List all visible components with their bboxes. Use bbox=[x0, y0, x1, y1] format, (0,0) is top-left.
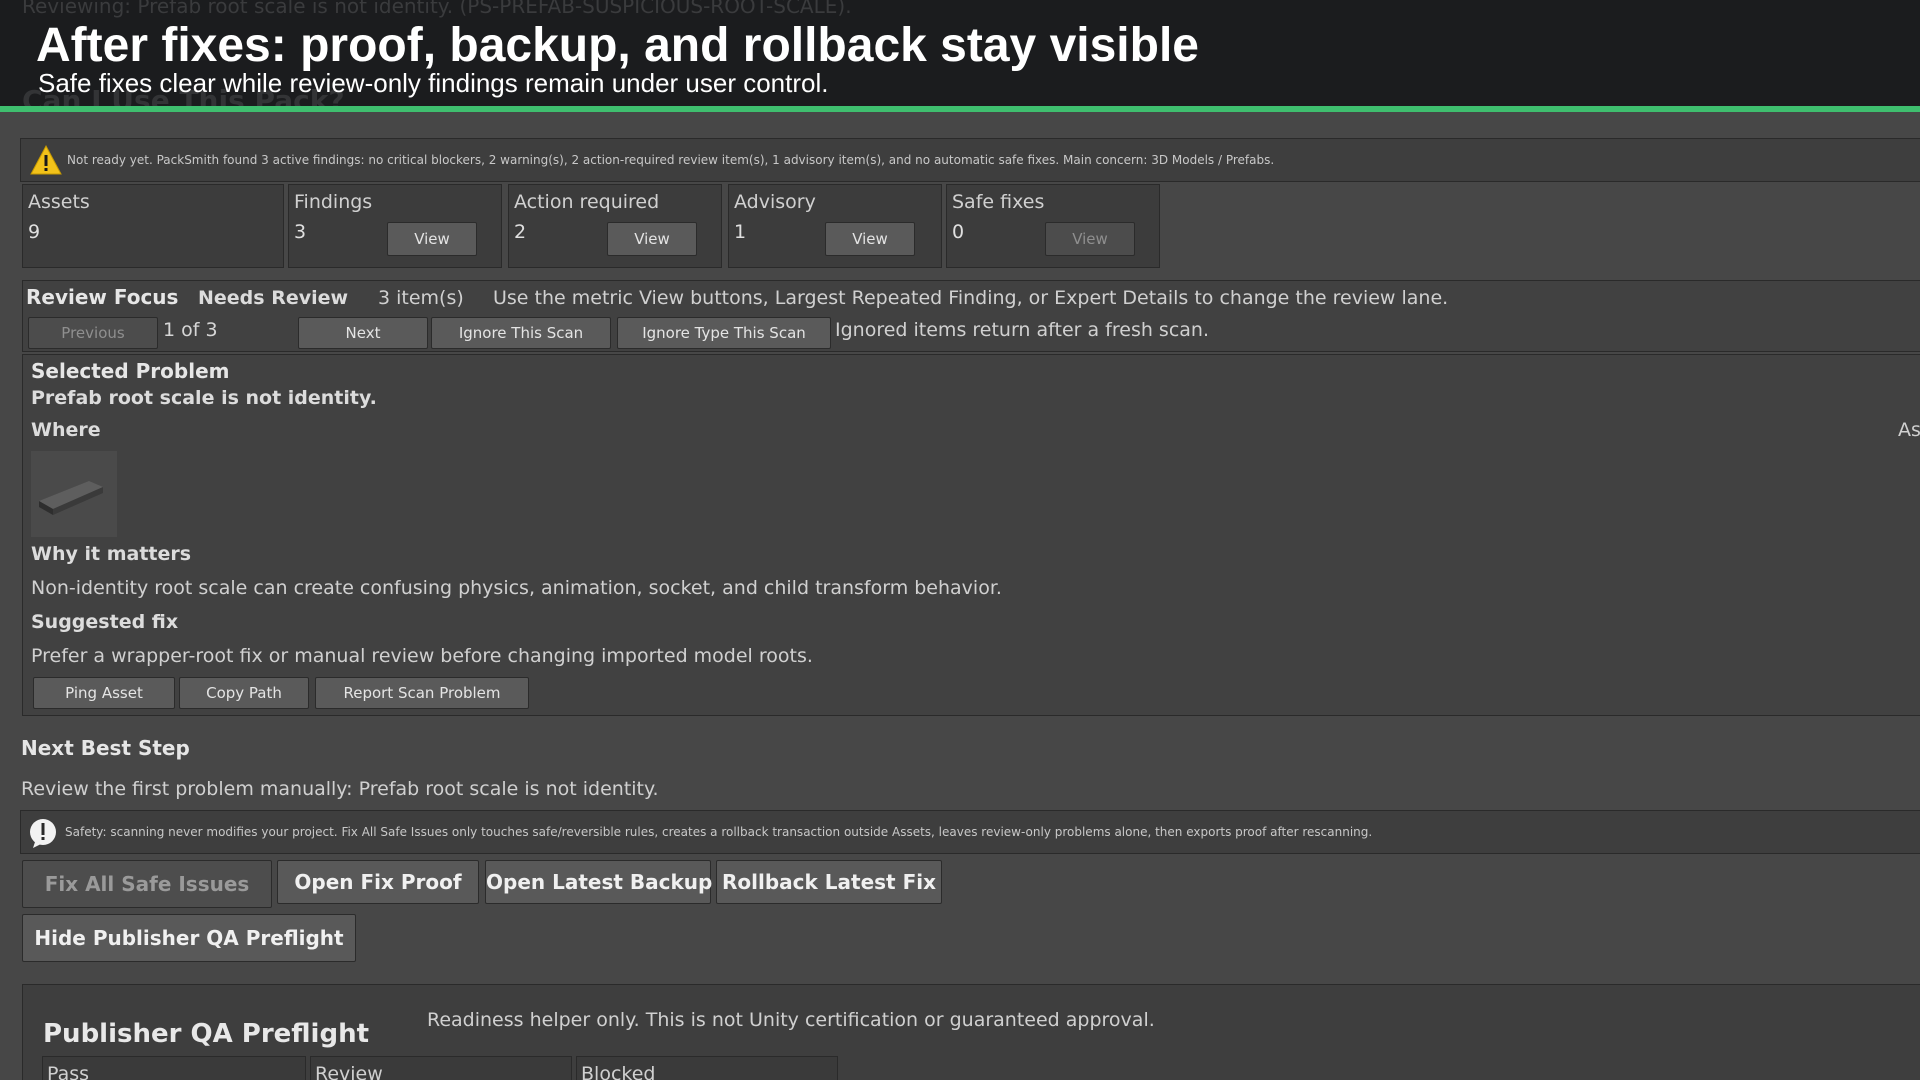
why-text: Non-identity root scale can create confu… bbox=[31, 577, 1002, 599]
why-label: Why it matters bbox=[31, 543, 192, 565]
next-best-step-text: Review the first problem manually: Prefa… bbox=[21, 778, 659, 800]
fix-text: Prefer a wrapper-root fix or manual revi… bbox=[31, 645, 813, 667]
metric-value: 0 bbox=[952, 221, 965, 243]
view-safe-fixes-button[interactable]: View bbox=[1045, 222, 1135, 256]
review-focus-title: Review Focus bbox=[26, 285, 179, 309]
metric-findings: Findings 3 View bbox=[288, 184, 502, 268]
report-scan-problem-button[interactable]: Report Scan Problem bbox=[315, 677, 529, 709]
metric-label: Assets bbox=[28, 191, 90, 213]
qa-column-pass: Pass bbox=[42, 1056, 306, 1080]
view-action-required-button[interactable]: View bbox=[607, 222, 697, 256]
metric-action-required: Action required 2 View bbox=[508, 184, 722, 268]
qa-column-review: Review bbox=[310, 1056, 572, 1080]
ignore-this-scan-button[interactable]: Ignore This Scan bbox=[431, 317, 611, 349]
metric-label: Findings bbox=[294, 191, 373, 213]
ignore-type-this-scan-button[interactable]: Ignore Type This Scan bbox=[617, 317, 831, 349]
exclamation-circle-icon bbox=[30, 819, 56, 848]
metric-value: 1 bbox=[734, 221, 747, 243]
header-banner: Reviewing: Prefab root scale is not iden… bbox=[0, 0, 1920, 108]
qa-column-blocked: Blocked bbox=[576, 1056, 838, 1080]
where-label: Where bbox=[31, 419, 101, 441]
review-position: 1 of 3 bbox=[163, 319, 218, 341]
open-fix-proof-button[interactable]: Open Fix Proof bbox=[277, 860, 479, 904]
selected-problem-heading: Selected Problem bbox=[31, 359, 230, 383]
banner-accent-line bbox=[0, 106, 1920, 112]
ignore-note: Ignored items return after a fresh scan. bbox=[835, 319, 1210, 341]
metric-label: Advisory bbox=[734, 191, 816, 213]
view-findings-button[interactable]: View bbox=[387, 222, 477, 256]
qa-column-label: Blocked bbox=[581, 1063, 656, 1080]
publisher-qa-panel: Publisher QA Preflight Readiness helper … bbox=[22, 984, 1920, 1080]
asset-column-clip: As bbox=[1898, 419, 1920, 441]
metric-safe-fixes: Safe fixes 0 View bbox=[946, 184, 1160, 268]
qa-column-label: Review bbox=[315, 1063, 383, 1080]
rollback-latest-fix-button[interactable]: Rollback Latest Fix bbox=[716, 860, 942, 904]
prefab-plank-icon bbox=[39, 481, 103, 515]
publisher-qa-title: Publisher QA Preflight bbox=[43, 1019, 370, 1049]
previous-button[interactable]: Previous bbox=[28, 317, 158, 349]
qa-column-label: Pass bbox=[47, 1063, 90, 1080]
ping-asset-button[interactable]: Ping Asset bbox=[33, 677, 175, 709]
selected-problem-panel: Selected Problem Prefab root scale is no… bbox=[22, 354, 1920, 716]
warning-triangle-icon bbox=[30, 144, 62, 175]
asset-thumbnail[interactable] bbox=[31, 451, 117, 537]
metric-label: Action required bbox=[514, 191, 660, 213]
view-advisory-button[interactable]: View bbox=[825, 222, 915, 256]
review-item-count: 3 item(s) bbox=[378, 287, 464, 309]
problem-name: Prefab root scale is not identity. bbox=[31, 387, 377, 409]
metric-value: 9 bbox=[28, 221, 41, 243]
safety-note-bar: Safety: scanning never modifies your pro… bbox=[20, 810, 1920, 854]
publisher-qa-note: Readiness helper only. This is not Unity… bbox=[427, 1009, 1155, 1031]
metric-label: Safe fixes bbox=[952, 191, 1045, 213]
review-lane-label: Needs Review bbox=[198, 287, 349, 309]
metric-value: 3 bbox=[294, 221, 307, 243]
status-summary-bar: Not ready yet. PackSmith found 3 active … bbox=[20, 138, 1920, 182]
status-summary-text: Not ready yet. PackSmith found 3 active … bbox=[67, 153, 1275, 167]
open-latest-backup-button[interactable]: Open Latest Backup bbox=[485, 860, 712, 904]
metric-advisory: Advisory 1 View bbox=[728, 184, 942, 268]
metric-value: 2 bbox=[514, 221, 527, 243]
copy-path-button[interactable]: Copy Path bbox=[179, 677, 309, 709]
banner-title: After fixes: proof, backup, and rollback… bbox=[36, 19, 1199, 72]
ghost-review-text: Reviewing: Prefab root scale is not iden… bbox=[22, 0, 852, 18]
metric-assets: Assets 9 bbox=[22, 184, 284, 268]
next-button[interactable]: Next bbox=[298, 317, 428, 349]
banner-subtitle: Safe fixes clear while review-only findi… bbox=[38, 68, 829, 98]
review-focus-panel: Review Focus Needs Review 3 item(s) Use … bbox=[22, 280, 1920, 352]
fix-label: Suggested fix bbox=[31, 611, 179, 633]
fix-all-safe-issues-button[interactable]: Fix All Safe Issues bbox=[22, 860, 272, 908]
review-hint-text: Use the metric View buttons, Largest Rep… bbox=[493, 287, 1449, 309]
next-best-step-heading: Next Best Step bbox=[21, 736, 190, 760]
safety-note-text: Safety: scanning never modifies your pro… bbox=[65, 825, 1373, 839]
hide-publisher-qa-button[interactable]: Hide Publisher QA Preflight bbox=[22, 914, 356, 962]
